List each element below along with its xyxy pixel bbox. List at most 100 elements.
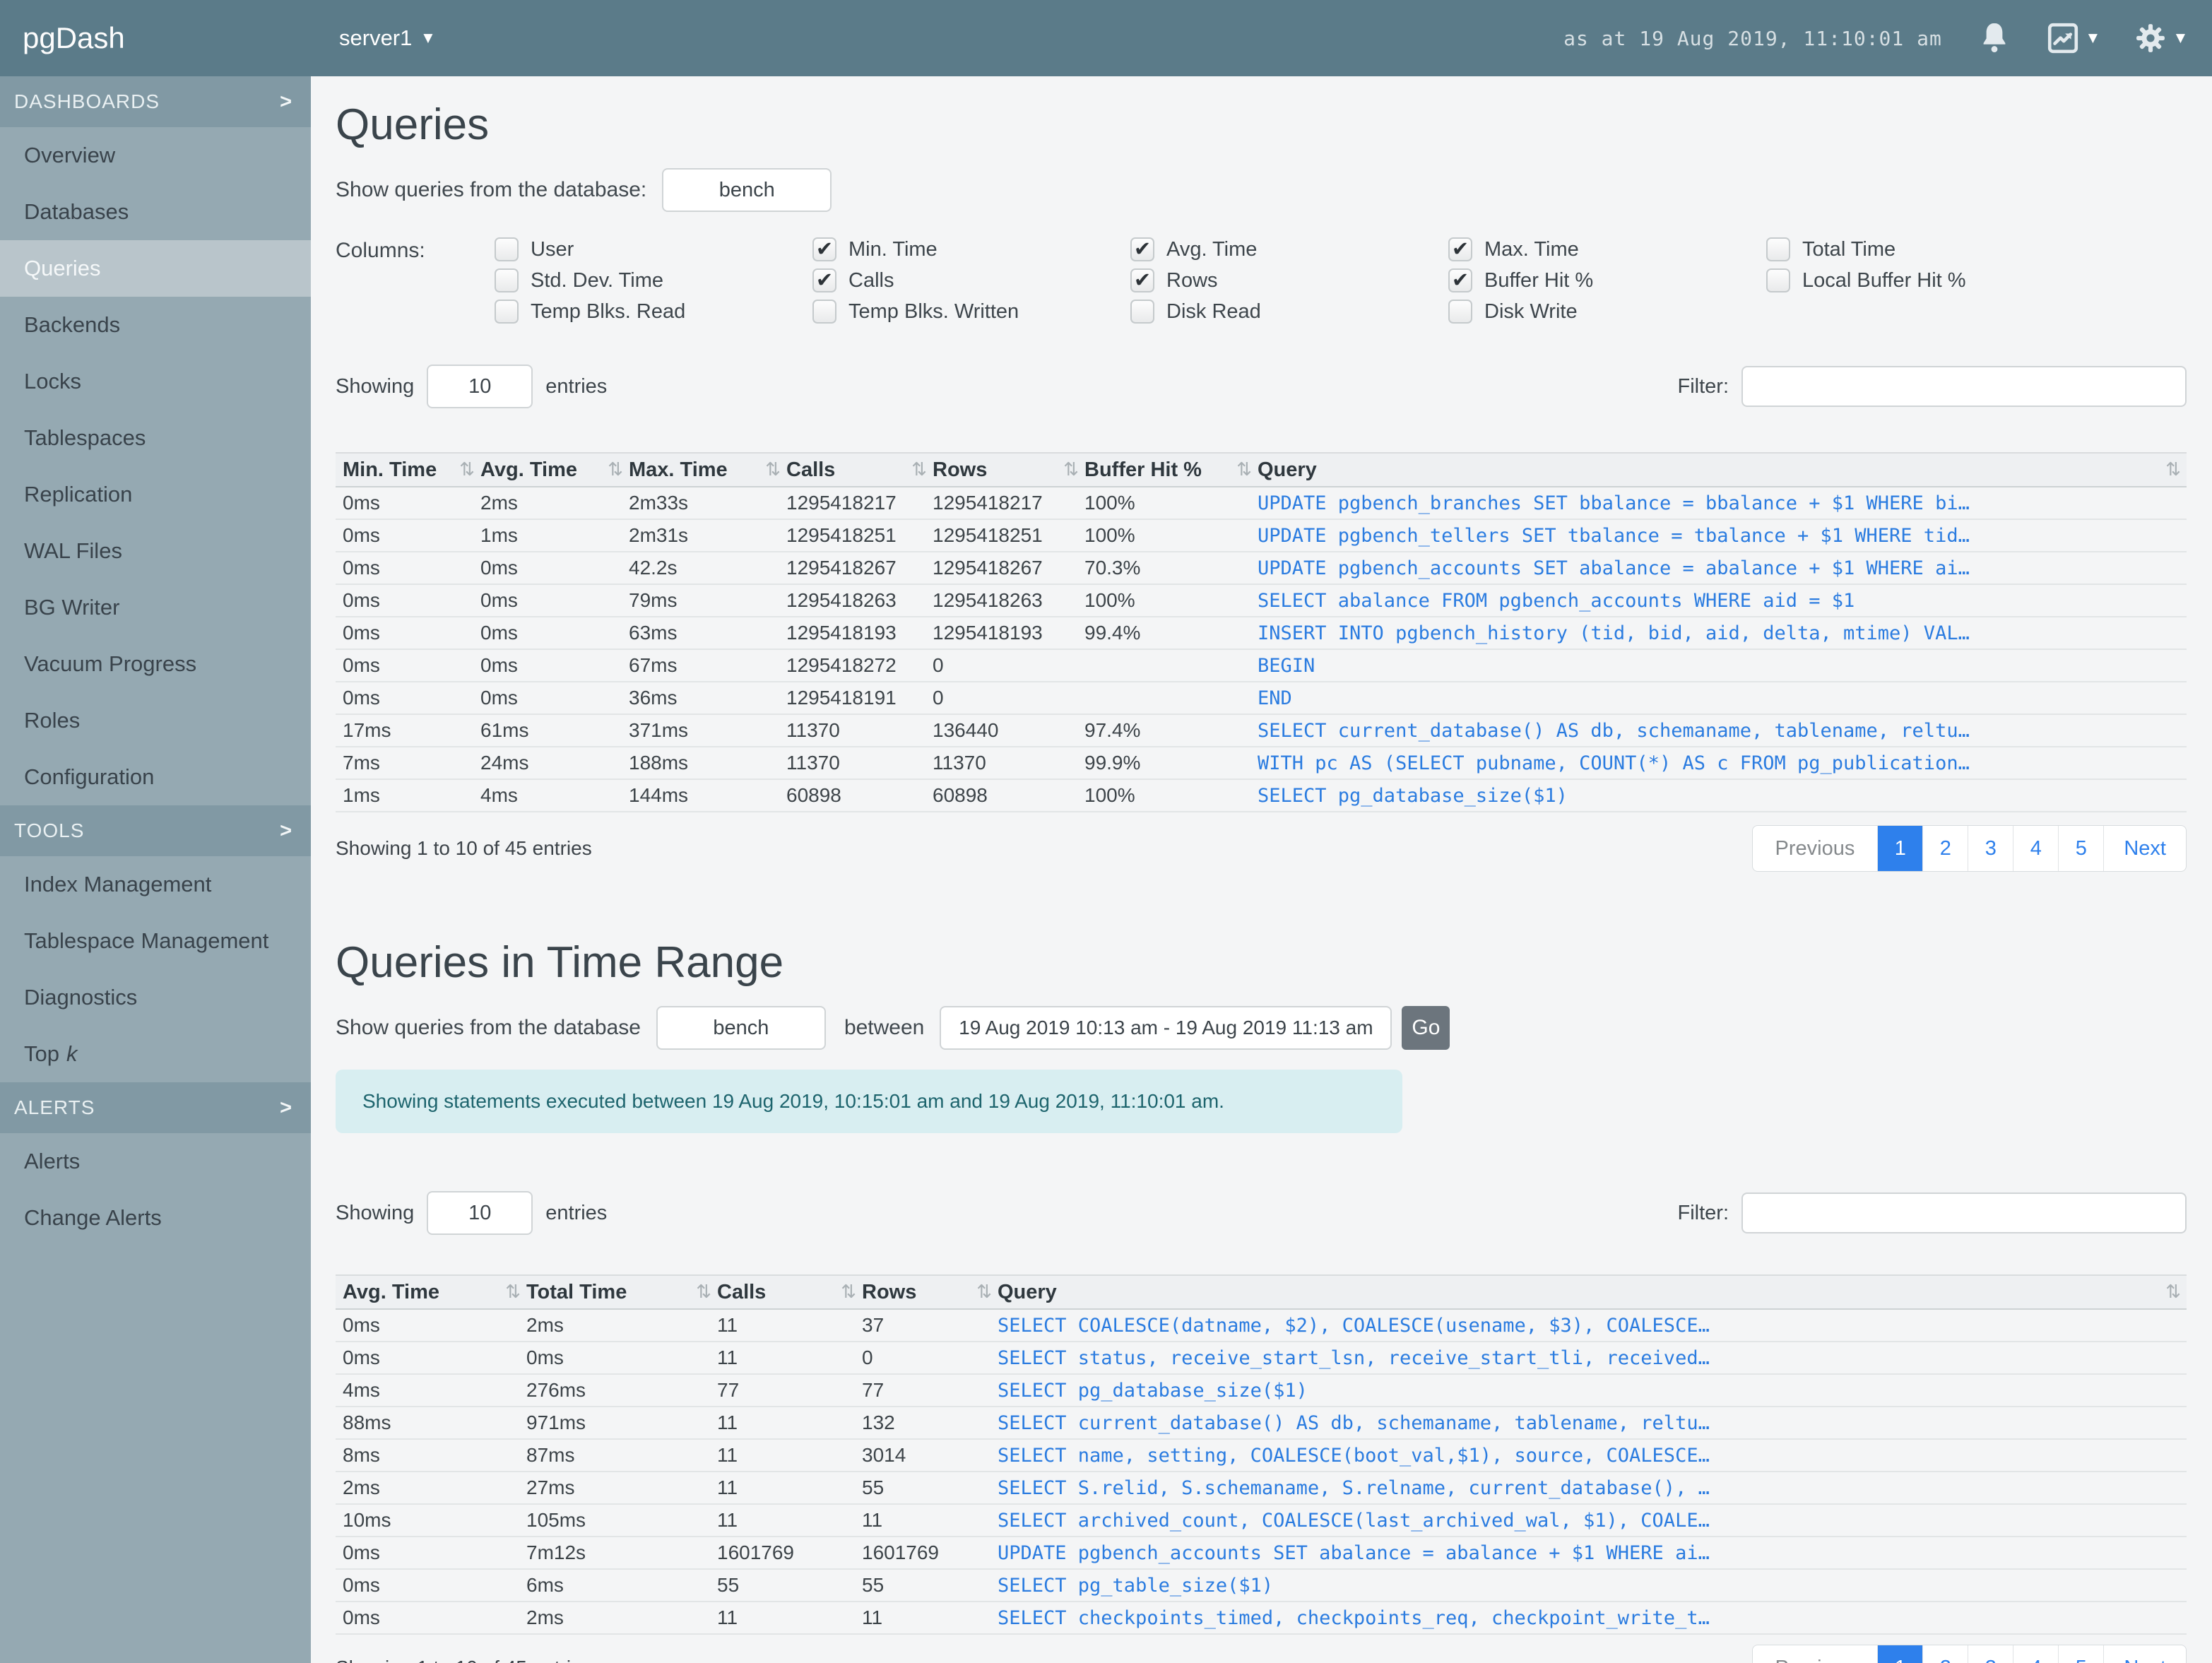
notifications-button[interactable] (1979, 21, 2010, 55)
sidebar-item-backends[interactable]: Backends (0, 297, 311, 353)
query-link[interactable]: SELECT abalance FROM pgbench_accounts WH… (1258, 584, 2187, 617)
sidebar-item-index-management[interactable]: Index Management (0, 856, 311, 913)
col-header-max-time[interactable]: Max. Time ⇅ (629, 452, 786, 487)
sidebar-item-bg-writer[interactable]: BG Writer (0, 579, 311, 636)
col-header-calls[interactable]: Calls ⇅ (717, 1274, 862, 1310)
column-checkbox-std-dev-time[interactable]: Std. Dev. Time (495, 268, 812, 292)
sort-icon[interactable]: ⇅ (505, 1282, 521, 1303)
sidebar-section-dashboards[interactable]: DASHBOARDS > (0, 76, 311, 127)
sort-icon[interactable]: ⇅ (2165, 1282, 2181, 1303)
database-input[interactable] (656, 1006, 826, 1050)
query-link[interactable]: SELECT COALESCE(datname, $2), COALESCE(u… (998, 1309, 2187, 1342)
query-link[interactable]: SELECT pg_table_size($1) (998, 1569, 2187, 1602)
query-link[interactable]: END (1258, 682, 2187, 715)
col-header-calls[interactable]: Calls ⇅ (786, 452, 933, 487)
sidebar-item-overview[interactable]: Overview (0, 127, 311, 184)
query-link[interactable]: WITH pc AS (SELECT pubname, COUNT(*) AS … (1258, 747, 2187, 780)
pagination-next[interactable]: Next (2103, 1645, 2186, 1663)
server-selector[interactable]: server1 ▼ (339, 25, 432, 51)
sidebar-item-vacuum-progress[interactable]: Vacuum Progress (0, 636, 311, 692)
sidebar-item-diagnostics[interactable]: Diagnostics (0, 969, 311, 1026)
column-checkbox-temp-blks-read[interactable]: Temp Blks. Read (495, 300, 812, 324)
pagination-page-3[interactable]: 3 (1968, 1645, 2013, 1663)
col-header-query[interactable]: Query ⇅ (998, 1274, 2187, 1310)
column-checkbox-local-buffer-hit[interactable]: Local Buffer Hit % (1766, 268, 2084, 292)
sort-icon[interactable]: ⇅ (2165, 459, 2181, 480)
col-header-rows[interactable]: Rows ⇅ (933, 452, 1084, 487)
sort-icon[interactable]: ⇅ (911, 459, 927, 480)
filter-input[interactable] (1741, 1192, 2187, 1233)
sidebar-item-wal-files[interactable]: WAL Files (0, 523, 311, 579)
query-link[interactable]: INSERT INTO pgbench_history (tid, bid, a… (1258, 617, 2187, 650)
pagination-page-2[interactable]: 2 (1922, 1645, 1968, 1663)
col-header-min-time[interactable]: Min. Time ⇅ (336, 452, 480, 487)
query-link[interactable]: SELECT current_database() AS db, scheman… (1258, 714, 2187, 747)
sort-icon[interactable]: ⇅ (608, 459, 623, 480)
pagination-page-4[interactable]: 4 (2013, 826, 2058, 871)
query-link[interactable]: SELECT S.relid, S.schemaname, S.relname,… (998, 1472, 2187, 1505)
pagination-page-1[interactable]: 1 (1877, 826, 1923, 871)
query-link[interactable]: BEGIN (1258, 649, 2187, 682)
pagination-page-4[interactable]: 4 (2013, 1645, 2058, 1663)
column-checkbox-rows[interactable]: Rows (1130, 268, 1448, 292)
query-link[interactable]: UPDATE pgbench_accounts SET abalance = a… (1258, 552, 2187, 585)
query-link[interactable]: UPDATE pgbench_tellers SET tbalance = tb… (1258, 519, 2187, 552)
col-header-query[interactable]: Query ⇅ (1258, 452, 2187, 487)
column-checkbox-avg-time[interactable]: Avg. Time (1130, 237, 1448, 261)
sidebar-section-tools[interactable]: TOOLS > (0, 805, 311, 856)
pagination-previous[interactable]: Previous (1753, 826, 1878, 871)
sort-icon[interactable]: ⇅ (765, 459, 781, 480)
sort-icon[interactable]: ⇅ (696, 1282, 711, 1303)
col-header-total-time[interactable]: Total Time ⇅ (526, 1274, 717, 1310)
sort-icon[interactable]: ⇅ (1063, 459, 1079, 480)
sidebar-item-change-alerts[interactable]: Change Alerts (0, 1190, 311, 1246)
column-checkbox-disk-write[interactable]: Disk Write (1448, 300, 1766, 324)
sort-icon[interactable]: ⇅ (841, 1282, 856, 1303)
column-checkbox-total-time[interactable]: Total Time (1766, 237, 2084, 261)
query-link[interactable]: SELECT name, setting, COALESCE(boot_val,… (998, 1439, 2187, 1472)
sidebar-item-configuration[interactable]: Configuration (0, 749, 311, 805)
col-header-buffer-hit[interactable]: Buffer Hit % ⇅ (1084, 452, 1258, 487)
sort-icon[interactable]: ⇅ (459, 459, 475, 480)
query-link[interactable]: SELECT status, receive_start_lsn, receiv… (998, 1342, 2187, 1375)
sidebar-item-roles[interactable]: Roles (0, 692, 311, 749)
filter-input[interactable] (1741, 366, 2187, 407)
pagination-page-1[interactable]: 1 (1877, 1645, 1923, 1663)
column-checkbox-min-time[interactable]: Min. Time (812, 237, 1130, 261)
sidebar-item-queries[interactable]: Queries (0, 240, 311, 297)
entries-count-input[interactable] (427, 365, 533, 408)
query-link[interactable]: SELECT archived_count, COALESCE(last_arc… (998, 1504, 2187, 1537)
sidebar-item-databases[interactable]: Databases (0, 184, 311, 240)
sidebar-item-tablespaces[interactable]: Tablespaces (0, 410, 311, 466)
query-link[interactable]: UPDATE pgbench_branches SET bbalance = b… (1258, 487, 2187, 520)
query-link[interactable]: SELECT current_database() AS db, scheman… (998, 1407, 2187, 1440)
column-checkbox-buffer-hit[interactable]: Buffer Hit % (1448, 268, 1766, 292)
sidebar-section-alerts[interactable]: ALERTS > (0, 1082, 311, 1133)
query-link[interactable]: SELECT pg_database_size($1) (1258, 779, 2187, 812)
sidebar-item-tablespace-management[interactable]: Tablespace Management (0, 913, 311, 969)
query-link[interactable]: SELECT checkpoints_timed, checkpoints_re… (998, 1602, 2187, 1635)
pagination-page-3[interactable]: 3 (1968, 826, 2013, 871)
col-header-avg-time[interactable]: Avg. Time ⇅ (480, 452, 629, 487)
sidebar-item-top-k[interactable]: Top k (0, 1026, 311, 1082)
column-checkbox-user[interactable]: User (495, 237, 812, 261)
sidebar-item-alerts[interactable]: Alerts (0, 1133, 311, 1190)
pagination-page-5[interactable]: 5 (2058, 826, 2103, 871)
pagination-page-2[interactable]: 2 (1922, 826, 1968, 871)
col-header-rows[interactable]: Rows ⇅ (862, 1274, 998, 1310)
go-button[interactable]: Go (1402, 1006, 1450, 1050)
column-checkbox-calls[interactable]: Calls (812, 268, 1130, 292)
sort-icon[interactable]: ⇅ (1236, 459, 1252, 480)
column-checkbox-max-time[interactable]: Max. Time (1448, 237, 1766, 261)
column-checkbox-disk-read[interactable]: Disk Read (1130, 300, 1448, 324)
charts-menu-button[interactable]: ▼ (2047, 22, 2098, 54)
sort-icon[interactable]: ⇅ (976, 1282, 992, 1303)
pagination-page-5[interactable]: 5 (2058, 1645, 2103, 1663)
sidebar-item-replication[interactable]: Replication (0, 466, 311, 523)
settings-menu-button[interactable]: ▼ (2134, 22, 2212, 54)
sidebar-item-locks[interactable]: Locks (0, 353, 311, 410)
entries-count-input[interactable] (427, 1191, 533, 1235)
pagination-next[interactable]: Next (2103, 826, 2186, 871)
column-checkbox-temp-blks-written[interactable]: Temp Blks. Written (812, 300, 1130, 324)
database-input[interactable] (662, 168, 832, 212)
